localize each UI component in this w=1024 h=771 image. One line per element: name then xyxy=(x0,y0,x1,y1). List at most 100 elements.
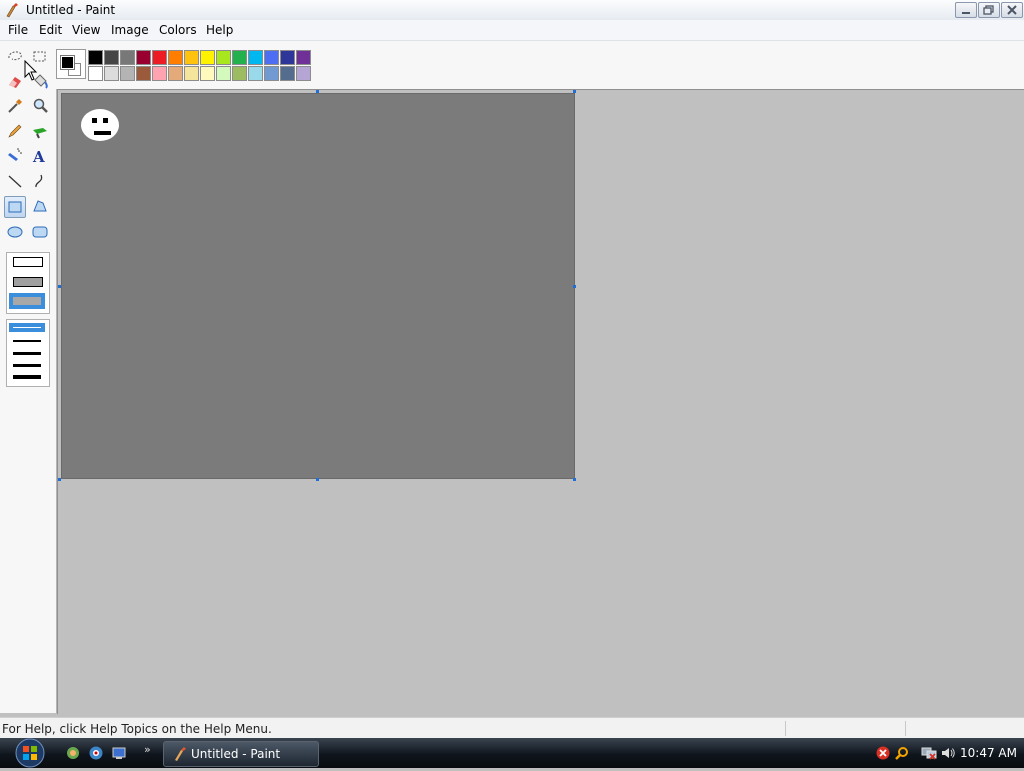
text-tool[interactable]: A xyxy=(29,145,51,167)
menu-edit[interactable]: Edit xyxy=(39,23,62,37)
palette-swatch[interactable] xyxy=(280,50,295,65)
canvas-handle-top-right[interactable] xyxy=(573,90,576,93)
curve-tool[interactable] xyxy=(29,170,51,192)
title-bar: Untitled - Paint xyxy=(0,0,1024,21)
menu-bar: File Edit View Image Colors Help xyxy=(0,20,1024,41)
palette-swatch[interactable] xyxy=(264,50,279,65)
ellipse-tool[interactable] xyxy=(4,221,26,243)
search-tray-icon[interactable] xyxy=(894,745,910,761)
menu-view[interactable]: View xyxy=(72,23,100,37)
palette-swatch[interactable] xyxy=(104,66,119,81)
palette-swatch[interactable] xyxy=(216,50,231,65)
rounded-rectangle-tool[interactable] xyxy=(29,221,51,243)
palette-swatch[interactable] xyxy=(232,66,247,81)
palette-swatch[interactable] xyxy=(136,50,151,65)
quicklaunch-browser-icon[interactable] xyxy=(88,745,104,761)
free-form-select-tool[interactable] xyxy=(4,46,26,68)
drawn-right-eye xyxy=(103,118,108,123)
palette-swatch[interactable] xyxy=(152,66,167,81)
line-width-options xyxy=(6,319,50,387)
palette-swatch[interactable] xyxy=(120,66,135,81)
palette-swatch[interactable] xyxy=(152,50,167,65)
menu-help[interactable]: Help xyxy=(206,23,233,37)
security-alert-icon[interactable] xyxy=(875,745,891,761)
line-width-5[interactable] xyxy=(13,375,41,379)
canvas-handle-bottom[interactable] xyxy=(316,478,319,481)
line-tool[interactable] xyxy=(4,170,26,192)
window-title: Untitled - Paint xyxy=(26,3,116,17)
palette-swatch[interactable] xyxy=(200,66,215,81)
menu-image[interactable]: Image xyxy=(111,23,149,37)
canvas-handle-bottom-left[interactable] xyxy=(58,478,61,481)
status-divider xyxy=(905,721,906,736)
airbrush-tool[interactable] xyxy=(4,145,26,167)
palette-swatch[interactable] xyxy=(232,50,247,65)
palette-swatch[interactable] xyxy=(168,50,183,65)
palette-swatch[interactable] xyxy=(104,50,119,65)
drawn-face xyxy=(81,109,119,141)
palette-swatch[interactable] xyxy=(88,66,103,81)
mouse-cursor-icon xyxy=(24,60,38,81)
minimize-button[interactable] xyxy=(955,2,977,18)
canvas-drawing xyxy=(81,109,119,141)
paint-app-icon[interactable] xyxy=(4,2,20,18)
menu-file[interactable]: File xyxy=(8,23,28,37)
status-divider xyxy=(785,721,786,736)
line-width-1-selected[interactable] xyxy=(9,323,45,332)
foreground-color-box[interactable] xyxy=(60,55,75,70)
restore-button[interactable] xyxy=(978,2,1000,18)
paint-task-icon xyxy=(172,746,188,765)
pick-color-tool[interactable] xyxy=(4,95,26,117)
color-palette xyxy=(56,41,1024,89)
canvas-handle-bottom-right[interactable] xyxy=(573,478,576,481)
palette-swatch[interactable] xyxy=(248,50,263,65)
palette-swatch[interactable] xyxy=(120,50,135,65)
palette-swatch[interactable] xyxy=(248,66,263,81)
line-width-2[interactable] xyxy=(13,340,41,342)
polygon-tool[interactable] xyxy=(29,195,51,217)
palette-swatch[interactable] xyxy=(168,66,183,81)
close-button[interactable] xyxy=(1001,2,1023,18)
quicklaunch-messenger-icon[interactable] xyxy=(65,745,81,761)
fill-style-outline-fill[interactable] xyxy=(13,277,43,287)
start-button[interactable] xyxy=(9,738,49,768)
volume-icon[interactable] xyxy=(940,745,956,761)
palette-swatch[interactable] xyxy=(200,50,215,65)
status-bar: For Help, click Help Topics on the Help … xyxy=(0,717,1024,739)
canvas-handle-right[interactable] xyxy=(573,285,576,288)
line-width-4[interactable] xyxy=(13,364,41,367)
quicklaunch-desktop-icon[interactable] xyxy=(111,745,127,761)
eraser-tool[interactable] xyxy=(4,70,26,92)
menu-colors[interactable]: Colors xyxy=(159,23,197,37)
magnifier-tool[interactable] xyxy=(29,95,51,117)
drawing-canvas[interactable] xyxy=(61,93,575,479)
palette-swatch[interactable] xyxy=(296,50,311,65)
fill-style-fill-selected[interactable] xyxy=(9,293,45,309)
palette-swatch[interactable] xyxy=(216,66,231,81)
palette-swatch[interactable] xyxy=(264,66,279,81)
brush-tool[interactable] xyxy=(29,120,51,142)
drawn-mouth xyxy=(94,131,111,135)
palette-swatch[interactable] xyxy=(88,50,103,65)
system-clock[interactable]: 10:47 AM xyxy=(960,746,1017,760)
line-width-3[interactable] xyxy=(13,352,41,355)
palette-swatch[interactable] xyxy=(136,66,151,81)
fill-style-options xyxy=(6,252,50,314)
taskbar-button-label: Untitled - Paint xyxy=(191,747,281,761)
tool-box: A xyxy=(0,41,57,713)
status-message: For Help, click Help Topics on the Help … xyxy=(2,722,272,736)
current-colors xyxy=(56,49,86,79)
taskbar: » Untitled - Paint 10:47 AM xyxy=(0,738,1024,768)
palette-swatch[interactable] xyxy=(184,66,199,81)
palette-swatch[interactable] xyxy=(280,66,295,81)
palette-swatch[interactable] xyxy=(296,66,311,81)
network-icon[interactable] xyxy=(921,745,937,761)
rectangle-tool[interactable] xyxy=(4,196,26,218)
canvas-handle-left[interactable] xyxy=(58,285,61,288)
pencil-tool[interactable] xyxy=(4,120,26,142)
palette-swatch[interactable] xyxy=(184,50,199,65)
quicklaunch-overflow-icon[interactable]: » xyxy=(144,743,151,756)
fill-style-outline[interactable] xyxy=(13,257,43,267)
canvas-handle-top[interactable] xyxy=(316,90,319,93)
taskbar-button-paint[interactable]: Untitled - Paint xyxy=(163,741,319,767)
